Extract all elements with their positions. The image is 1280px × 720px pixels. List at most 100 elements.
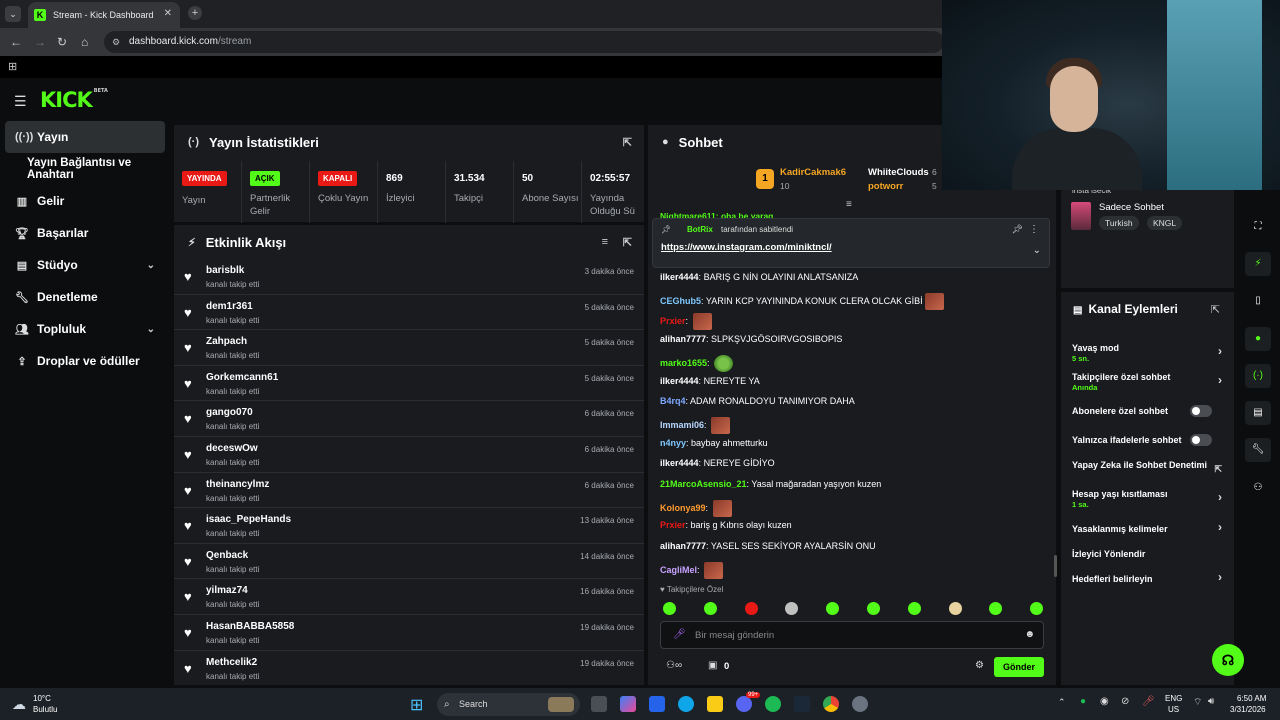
volume-icon[interactable]: 🔊︎ [1208,696,1214,707]
chat-username[interactable]: Prxier [660,520,686,530]
emote-icon[interactable] [867,602,880,615]
follower-name[interactable]: barisblk [206,265,244,276]
sidebar-item-denetleme[interactable]: 🔧︎ Denetleme [5,281,165,313]
browser-tab[interactable]: K Stream - Kick Dashboard ✕ [28,2,180,28]
sidebar-item-basarilar[interactable]: 🏆︎ Başarılar [5,217,165,249]
chat-message[interactable]: Prxier: bariş g Kıbrıs olayı kuzen [660,520,792,530]
action-followers-only[interactable]: Takipçilere özel sohbet Anında › [1072,372,1222,393]
chat-message[interactable]: Immami06: [660,416,731,434]
chat-username[interactable]: alihan7777 [660,541,706,551]
emoji-icon[interactable]: ☻ [1024,629,1035,640]
follower-name[interactable]: theinancylmz [206,479,269,490]
support-icon[interactable]: ☊ [1212,644,1244,676]
chat-username[interactable]: CEGhub5 [660,296,701,306]
chat-message[interactable]: 21MarcoAsensio_21: Yasal mağaradan yaşıy… [660,479,881,489]
gifter-name[interactable]: WhiiteClouds [868,167,929,178]
chat-input[interactable]: 🎤︎ Bir mesaj gönderin ☻ [660,621,1044,649]
action-account-age[interactable]: Hesap yaşı kısıtlaması 1 sa. › [1072,489,1222,510]
emote-icon[interactable] [703,602,717,615]
sidebar-item-topluluk[interactable]: 👥︎ Topluluk ⌄ [5,313,165,345]
activity-row[interactable]: ♥ barisblk kanalı takip etti 3 dakika önce [174,259,644,295]
obs-icon[interactable] [852,696,868,712]
follower-name[interactable]: yilmaz74 [206,585,248,596]
chat-username[interactable]: marko1655 [660,358,707,368]
store-icon[interactable] [649,696,665,712]
activity-row[interactable]: ♥ gango070 kanalı takip etti 6 dakika önce [174,401,644,437]
chat-settings-icon[interactable]: ⚙ [975,660,984,671]
gifter-name[interactable]: KadirCakmak6 [780,167,846,178]
pinned-link[interactable]: https://www.instagram.com/miniktncl/ [661,242,832,253]
action-emotes-only[interactable]: Yalnızca ifadelerle sohbet [1072,434,1222,446]
emote-icon[interactable] [826,602,840,615]
follower-name[interactable]: Gorkemcann61 [206,372,278,383]
follower-name[interactable]: Zahpach [206,336,247,347]
explorer-icon[interactable] [707,696,723,712]
sidebar-item-stream-key[interactable]: Yayın Bağlantısı ve Anahtarı [5,153,173,185]
activity-row[interactable]: ♥ theinancylmz kanalı takip etti 6 dakika ö… [174,473,644,509]
home-icon[interactable]: ⌂ [81,35,88,49]
broadcast-icon[interactable]: (·) [1245,364,1271,388]
activity-row[interactable]: ♥ yilmaz74 kanalı takip etti 16 dakika önce [174,579,644,615]
emote-icon[interactable] [704,561,724,579]
activity-row[interactable]: ♥ isaac_PepeHands kanalı takip etti 13 daki… [174,508,644,544]
clock-time[interactable]: 6:50 AM [1237,694,1266,703]
url-input[interactable]: ⚙ dashboard.kick.com/stream [104,31,944,53]
chat-username[interactable]: Immami06 [660,420,704,430]
action-set-goals[interactable]: Hedefleri belirleyin › [1072,571,1222,584]
spotify-icon[interactable] [765,696,781,712]
chat-username[interactable]: 21MarcoAsensio_21 [660,479,747,489]
tray-chevron-icon[interactable]: ⌃ [1058,697,1066,708]
lightning-icon[interactable]: ⚡︎ [1245,252,1271,276]
users-icon[interactable]: ⚇ [1245,476,1271,500]
chat-scrollbar[interactable] [1054,555,1057,577]
close-tab-icon[interactable]: ✕ [164,8,172,19]
steam-icon[interactable] [794,696,810,712]
site-info-icon[interactable]: ⚙ [112,31,120,53]
actions-icon[interactable]: ▤ [1245,401,1271,425]
microphone-icon[interactable]: 🎤︎ [673,629,686,640]
wrench-icon[interactable]: 🔧︎ [1245,438,1271,462]
activity-row[interactable]: ♥ Qenback kanalı takip etti 14 dakika önce [174,544,644,580]
tray-mic-icon[interactable]: 🎤︎ [1142,696,1155,707]
activity-row[interactable]: ♥ deceswOw kanalı takip etti 6 dakika önce [174,437,644,473]
pinned-message[interactable]: 📌︎ BotRix tarafından sabitlendi https://… [652,218,1050,268]
chat-username[interactable]: CagliMel [660,565,697,575]
category-thumbnail[interactable] [1071,202,1091,230]
forward-icon[interactable]: → [34,35,46,49]
taskbar-search[interactable]: ⌕ Search [437,693,580,716]
gifter-name[interactable]: potworr [868,181,903,192]
chrome-icon[interactable] [823,696,839,712]
activity-row[interactable]: ♥ HasanBABBA5858 kanalı takip etti 19 dakik… [174,615,644,651]
activity-row[interactable]: ♥ Gorkemcann61 kanalı takip etti 5 dakika ö… [174,366,644,402]
emotes-only-toggle[interactable] [1190,434,1212,446]
more-icon[interactable]: ⋮ [1029,224,1039,235]
emote-icon[interactable] [924,292,944,310]
emote-icon[interactable] [712,499,732,517]
tag-chip[interactable]: Turkish [1099,216,1139,230]
follower-name[interactable]: isaac_PepeHands [206,514,291,525]
popout-icon[interactable]: ⇱ [623,136,632,149]
action-banned-words[interactable]: Yasaklanmış kelimeler › [1072,521,1222,534]
emote-icon[interactable] [907,602,921,615]
chat-message[interactable]: alihan7777: SLPKŞVJGÖSOIRVGOSIBOPIS [660,334,842,344]
new-tab-button[interactable]: + [188,6,202,20]
fullscreen-icon[interactable]: ⛶ [1245,215,1271,239]
send-button[interactable]: Gönder [994,657,1044,677]
chat-username[interactable]: ilker4444 [660,458,699,468]
activity-row[interactable]: ♥ Methcelik2 kanalı takip etti 19 dakika ön… [174,651,644,685]
chat-message[interactable]: CEGhub5: YARIN KCP YAYININDA KONUK CLERA… [660,292,944,310]
tag-chip[interactable]: KNGL [1147,216,1183,230]
copilot-icon[interactable] [620,696,636,712]
chat-message[interactable]: Kolonya99: [660,499,732,517]
emote-icon[interactable] [785,602,799,615]
weather-cloud-icon[interactable]: ☁ [12,696,26,713]
edge-icon[interactable] [678,696,694,712]
filter-icon[interactable]: ≡ [846,199,852,210]
chat-bubble-icon[interactable]: ● [1245,327,1271,351]
filter-icon[interactable]: ≡ [602,236,608,248]
tray-steam-icon[interactable]: ◉ [1100,696,1109,707]
chat-username[interactable]: n4nyy [660,438,686,448]
document-icon[interactable]: ▯ [1245,289,1271,313]
chat-message[interactable]: ilker4444: NEREYTE YA [660,376,760,386]
emote-icon[interactable] [714,354,734,372]
